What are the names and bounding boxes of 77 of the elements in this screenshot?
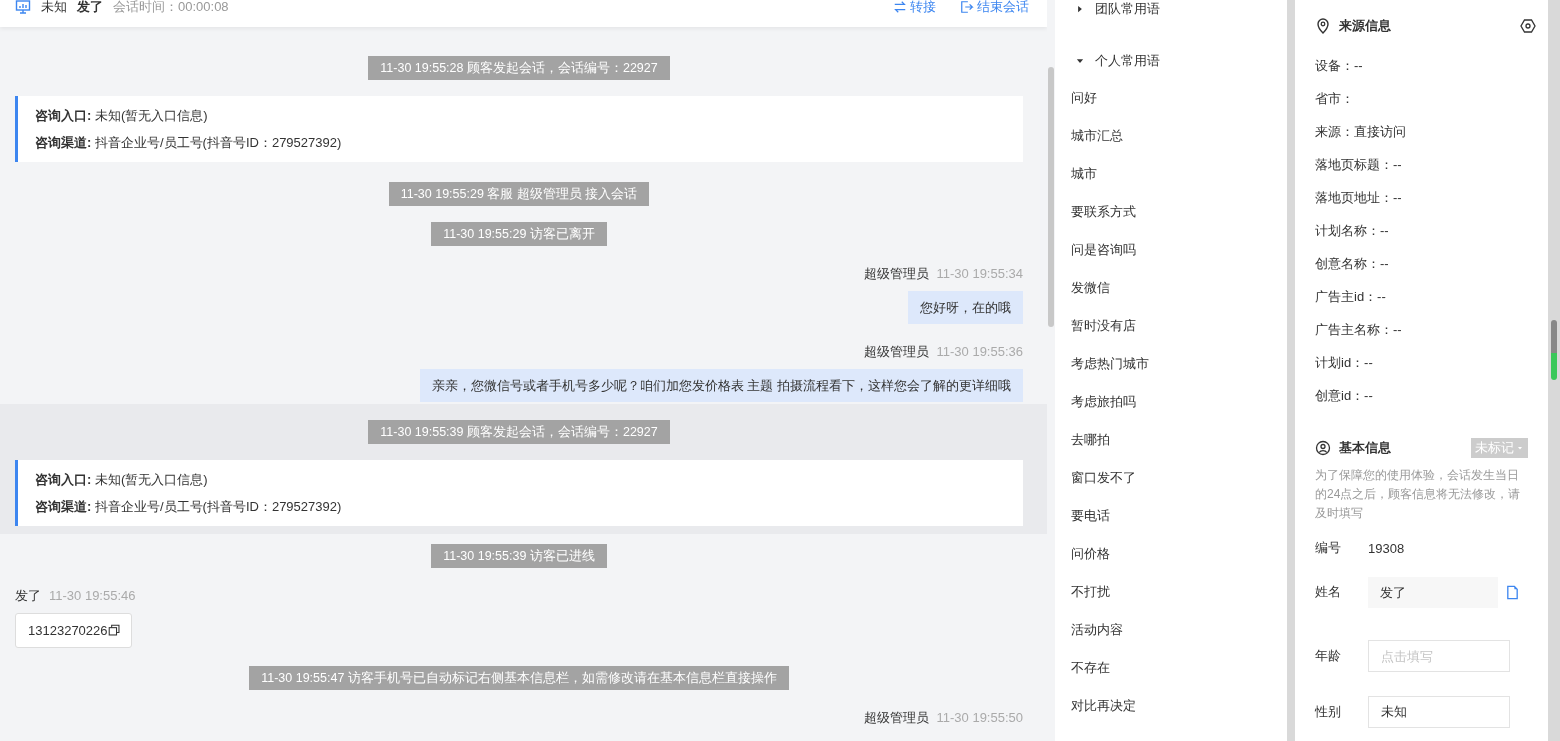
source-info-field: 落地页标题：-- bbox=[1315, 148, 1528, 181]
source-info-field: 落地页地址：-- bbox=[1315, 181, 1528, 214]
monitor-icon bbox=[15, 0, 31, 15]
agent-message-bubble: 您好呀，在的哦 bbox=[908, 291, 1023, 324]
phrase-item[interactable]: 考虑旅拍吗 bbox=[1055, 383, 1136, 421]
phrase-item[interactable]: 城市 bbox=[1055, 155, 1097, 193]
input-field[interactable]: 未知 bbox=[1368, 696, 1510, 728]
source-info-field: 设备：-- bbox=[1315, 49, 1528, 82]
message-time: 11-30 19:55:46 bbox=[49, 587, 136, 605]
field-label: 性别 bbox=[1315, 703, 1342, 721]
message-time: 11-30 19:55:34 bbox=[936, 265, 1023, 283]
source-info-field: 创意名称：-- bbox=[1315, 247, 1528, 280]
phrase-item[interactable]: 去哪拍 bbox=[1055, 421, 1110, 459]
phrase-item[interactable]: 城市汇总 bbox=[1055, 117, 1123, 155]
phrase-item[interactable]: 考虑热门城市 bbox=[1055, 345, 1149, 383]
phrase-item[interactable]: 问好 bbox=[1055, 79, 1097, 117]
field-label: 编号 bbox=[1315, 539, 1342, 557]
system-notice: 11-30 19:55:39 访客已进线 bbox=[431, 544, 607, 568]
phrase-item[interactable]: 问是咨询吗 bbox=[1055, 231, 1136, 269]
copy-icon bbox=[1505, 584, 1520, 600]
visitor-status: 未知 bbox=[41, 0, 67, 16]
scrollbar-thumb[interactable] bbox=[1048, 67, 1054, 327]
phrase-item[interactable]: 暂时没有店 bbox=[1055, 307, 1136, 345]
phrase-item[interactable]: 活动内容 bbox=[1055, 611, 1123, 649]
source-info-field: 省市： bbox=[1315, 82, 1528, 115]
system-notice: 11-30 19:55:47 访客手机号已自动标记右侧基本信息栏，如需修改请在基本信息栏直接操作 bbox=[249, 666, 789, 690]
transfer-button[interactable]: 转接 bbox=[893, 0, 936, 17]
sender-name: 发了 bbox=[15, 587, 41, 605]
scrollbar-thumb[interactable] bbox=[1551, 320, 1557, 380]
phrase-item[interactable]: 对比再决定 bbox=[1055, 687, 1136, 725]
phrase-item[interactable]: 要电话 bbox=[1055, 497, 1110, 535]
exit-icon bbox=[960, 0, 974, 14]
end-session-button[interactable]: 结束会话 bbox=[960, 0, 1029, 17]
phrase-group-header[interactable]: 个人常用语 bbox=[1055, 51, 1160, 71]
visitor-name: 发了 bbox=[77, 0, 103, 16]
system-notice: 11-30 19:55:28 顾客发起会话，会话编号：22927 bbox=[368, 56, 670, 80]
field-value: 19308 bbox=[1368, 540, 1405, 556]
field-label: 姓名 bbox=[1315, 583, 1342, 601]
phrase-item[interactable]: 不打扰 bbox=[1055, 573, 1110, 611]
message-time: 11-30 19:55:50 bbox=[936, 709, 1023, 727]
field-label: 年龄 bbox=[1315, 647, 1342, 665]
name-field[interactable]: 发了 bbox=[1368, 576, 1498, 608]
caret-down-icon bbox=[1516, 444, 1524, 452]
agent-message-bubble: 亲亲，您微信号或者手机号多少呢？咱们加您发价格表 主题 拍摄流程看下，这样您会了解的更详细哦 bbox=[419, 369, 1023, 402]
sender-name: 超级管理员 bbox=[863, 709, 929, 727]
visitor-message-bubble: 13123270226 bbox=[15, 613, 132, 648]
session-time: 会话时间：00:00:08 bbox=[113, 0, 229, 16]
message-time: 11-30 19:55:36 bbox=[936, 343, 1023, 361]
source-info-field: 计划id：-- bbox=[1315, 346, 1528, 379]
system-notice: 11-30 19:55:29 访客已离开 bbox=[431, 222, 607, 246]
source-info-field: 创意id：-- bbox=[1315, 379, 1528, 412]
section-title: 来源信息 bbox=[1339, 17, 1391, 35]
source-info-field: 广告主id：-- bbox=[1315, 280, 1528, 313]
sender-name: 超级管理员 bbox=[863, 265, 929, 283]
entry-info-line: 咨询入口: 未知(暂无入口信息) bbox=[35, 107, 209, 125]
copy-icon bbox=[107, 624, 121, 637]
location-pin-icon bbox=[1315, 18, 1331, 34]
swap-arrows-icon bbox=[893, 0, 907, 14]
entry-info-line: 咨询渠道: 抖音企业号/员工号(抖音号ID：279527392) bbox=[35, 498, 343, 516]
source-info-field: 来源：直接访问 bbox=[1315, 115, 1528, 148]
phrase-item[interactable]: 窗口发不了 bbox=[1055, 459, 1136, 497]
phrase-item[interactable]: 要联系方式 bbox=[1055, 193, 1136, 231]
sender-name: 超级管理员 bbox=[863, 343, 929, 361]
user-circle-icon bbox=[1315, 440, 1331, 456]
entry-info-line: 咨询入口: 未知(暂无入口信息) bbox=[35, 471, 209, 489]
phrase-item[interactable]: 发微信 bbox=[1055, 269, 1110, 307]
source-info-field: 计划名称：-- bbox=[1315, 214, 1528, 247]
phrase-item[interactable]: 问价格 bbox=[1055, 535, 1110, 573]
entry-info-line: 咨询渠道: 抖音企业号/员工号(抖音号ID：279527392) bbox=[35, 134, 343, 152]
phrase-item[interactable]: 不存在 bbox=[1055, 649, 1110, 687]
notice-text: 为了保障您的使用体验，会话发生当日的24点之后，顾客信息将无法修改，请及时填写 bbox=[1315, 467, 1522, 522]
system-notice: 11-30 19:55:39 顾客发起会话，会话编号：22927 bbox=[368, 420, 670, 444]
system-notice: 11-30 19:55:29 客服 超级管理员 接入会话 bbox=[388, 182, 650, 206]
source-info-field: 广告主名称：-- bbox=[1315, 313, 1528, 346]
section-title: 基本信息 bbox=[1339, 439, 1391, 457]
phrase-group-header[interactable]: 团队常用语 bbox=[1055, 0, 1160, 19]
settings-icon[interactable] bbox=[1520, 18, 1536, 34]
